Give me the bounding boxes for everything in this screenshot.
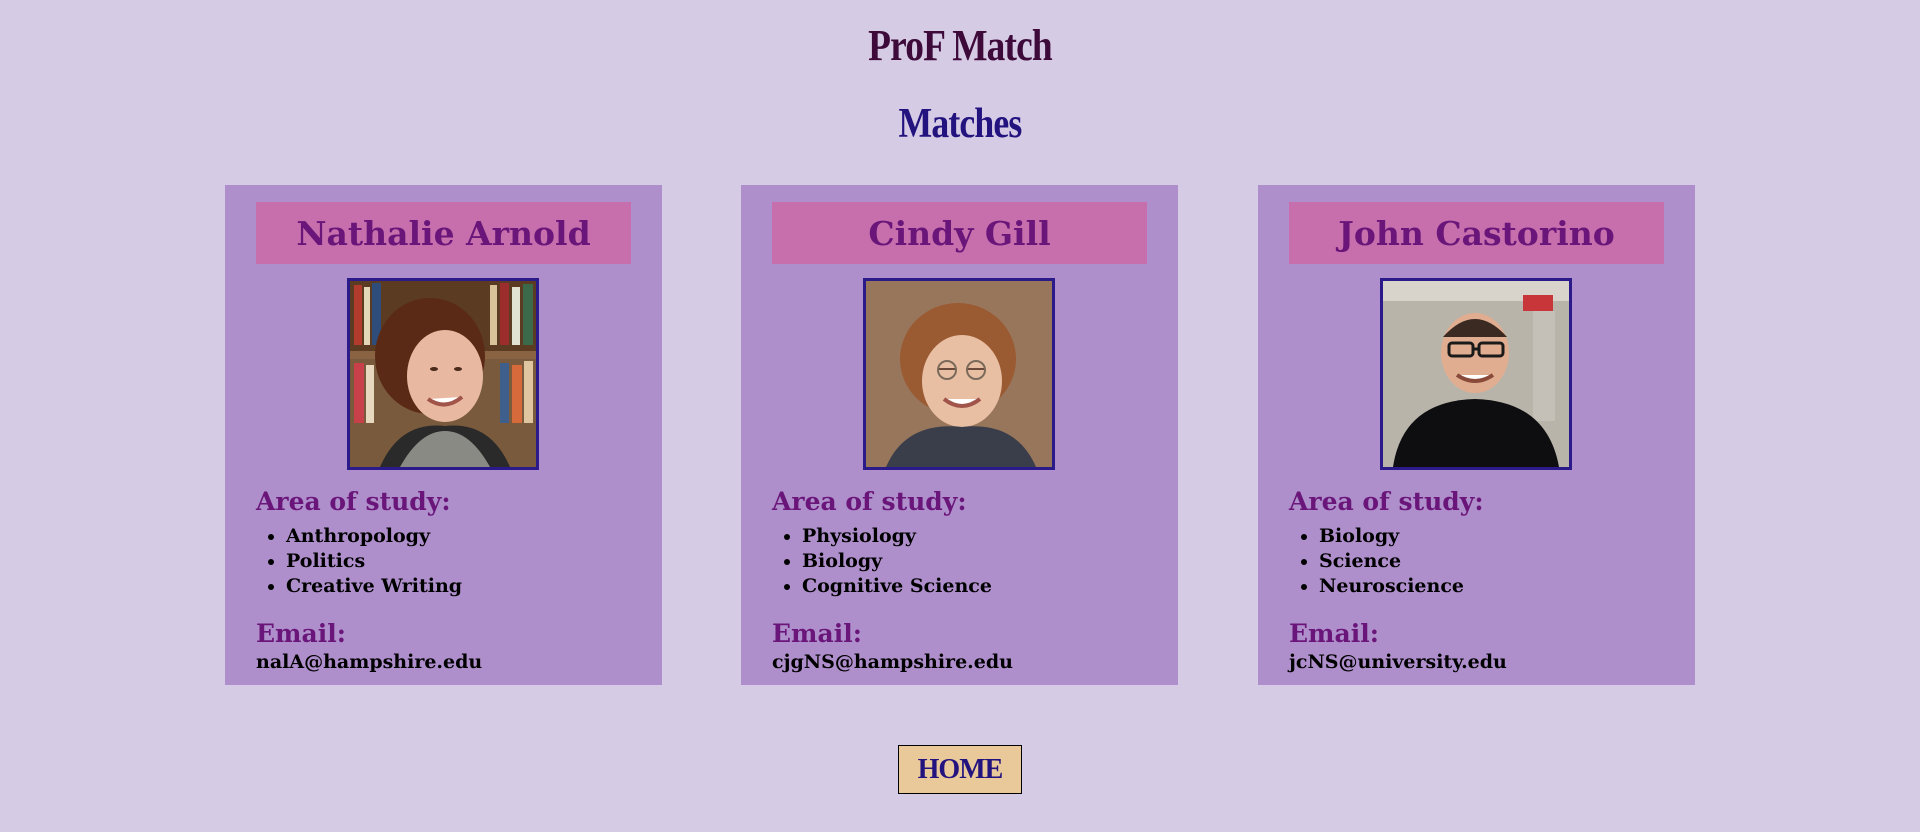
list-item: Physiology xyxy=(802,524,992,549)
list-item: Biology xyxy=(802,549,992,574)
list-item: Neuroscience xyxy=(1319,574,1464,599)
email-label: Email: xyxy=(256,619,346,648)
professor-name: Nathalie Arnold xyxy=(296,213,591,253)
email-address: jcNS@university.edu xyxy=(1289,651,1507,673)
email-address: nalA@hampshire.edu xyxy=(256,651,483,673)
home-button[interactable]: HOME xyxy=(898,745,1022,794)
area-of-study-label: Area of study: xyxy=(772,487,967,516)
professor-name: Cindy Gill xyxy=(868,213,1051,253)
list-item: Politics xyxy=(286,549,462,574)
matches-heading: Matches xyxy=(898,101,1023,147)
list-item: Anthropology xyxy=(286,524,462,549)
email-label: Email: xyxy=(1289,619,1379,648)
email-label: Email: xyxy=(772,619,862,648)
list-item: Cognitive Science xyxy=(802,574,992,599)
list-item: Science xyxy=(1319,549,1464,574)
match-card-nathalie-arnold: Nathalie Arnold Area of study: • Anthrop… xyxy=(225,185,662,685)
subject-list: Physiology Biology Cognitive Science xyxy=(772,524,992,599)
name-banner: John Castorino xyxy=(1289,202,1664,264)
subject-list: Anthropology Politics Creative Writing xyxy=(256,524,462,599)
email-address: cjgNS@hampshire.edu xyxy=(772,651,1013,673)
subject-list: Biology Science Neuroscience xyxy=(1289,524,1464,599)
professor-photo xyxy=(347,278,539,470)
list-item: Biology xyxy=(1319,524,1464,549)
area-of-study-label: Area of study: xyxy=(256,487,451,516)
professor-photo xyxy=(863,278,1055,470)
site-title: ProF Match xyxy=(868,21,1052,70)
professor-name: John Castorino xyxy=(1338,213,1615,253)
area-of-study-label: Area of study: xyxy=(1289,487,1484,516)
name-banner: Cindy Gill xyxy=(772,202,1147,264)
name-banner: Nathalie Arnold xyxy=(256,202,631,264)
professor-photo xyxy=(1380,278,1572,470)
list-item: Creative Writing xyxy=(286,574,462,599)
match-card-john-castorino: John Castorino Area of study: Biology Sc… xyxy=(1258,185,1695,685)
match-card-cindy-gill: Cindy Gill Area of study: Physiology Bio… xyxy=(741,185,1178,685)
